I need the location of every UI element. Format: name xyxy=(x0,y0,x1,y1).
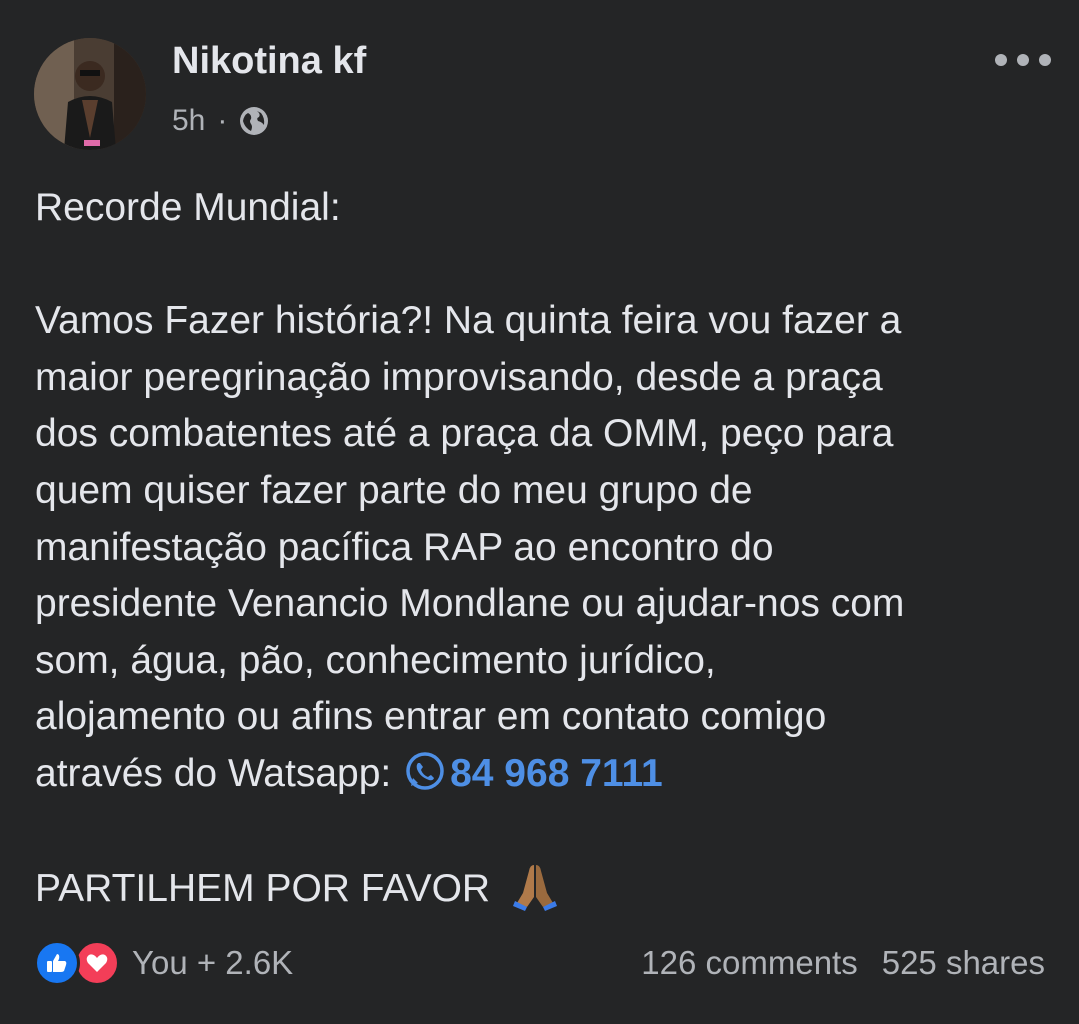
body-line: som, água, pão, conhecimento jurídico, xyxy=(35,638,716,682)
closing-line: PARTILHEM POR FAVOR xyxy=(35,859,1055,918)
post-title: Recorde Mundial: xyxy=(35,186,341,229)
avatar-photo xyxy=(34,38,146,150)
body-line: alojamento ou afins entrar em contato co… xyxy=(35,695,827,739)
heart-glyph xyxy=(86,954,108,972)
body-line: presidente Venancio Mondlane ou ajudar-n… xyxy=(35,582,905,626)
facebook-post: Nikotina kf 5h · Recorde Mundial: Vamos … xyxy=(0,0,1079,1024)
folded-hands-icon xyxy=(512,865,557,912)
avatar[interactable] xyxy=(34,38,146,150)
body-line: manifestação pacífica RAP ao encontro do xyxy=(35,525,774,569)
meta-separator: · xyxy=(217,104,228,137)
globe-icon xyxy=(240,107,269,135)
like-icon xyxy=(34,940,80,986)
phone-link[interactable]: 84 968 7111 xyxy=(402,752,663,795)
thumbs-up-glyph xyxy=(47,954,67,972)
post-stats: 126 comments 525 shares xyxy=(641,940,1045,986)
more-dot xyxy=(995,54,1007,66)
body-line: quem quiser fazer parte do meu grupo de xyxy=(35,468,753,512)
more-dot xyxy=(1017,54,1029,66)
post-time[interactable]: 5h xyxy=(172,104,205,138)
author-name[interactable]: Nikotina kf xyxy=(172,40,366,83)
shares-count[interactable]: 525 shares xyxy=(882,940,1045,986)
contact-prefix: através do Watsapp: xyxy=(35,751,392,795)
body-line-contact: através do Watsapp: 84 968 7111 xyxy=(35,746,1055,803)
body-line: dos combatentes até a praça da OMM, peço… xyxy=(35,412,894,456)
post-body: Recorde Mundial: Vamos Fazer história?! … xyxy=(35,180,1055,918)
comments-count[interactable]: 126 comments xyxy=(641,940,857,986)
closing-text: PARTILHEM POR FAVOR xyxy=(35,867,491,911)
whatsapp-icon xyxy=(406,752,444,790)
reactions-summary[interactable]: You + 2.6K xyxy=(34,940,293,986)
phone-number[interactable]: 84 968 7111 xyxy=(450,752,663,795)
body-line: Vamos Fazer história?! Na quinta feira v… xyxy=(35,299,902,343)
body-line: maior peregrinação improvisando, desde a… xyxy=(35,355,883,399)
more-options-icon[interactable] xyxy=(995,50,1051,70)
more-dot xyxy=(1039,54,1051,66)
love-icon xyxy=(74,940,120,986)
post-meta: 5h · xyxy=(172,104,269,138)
reaction-count: You + 2.6K xyxy=(132,944,294,981)
